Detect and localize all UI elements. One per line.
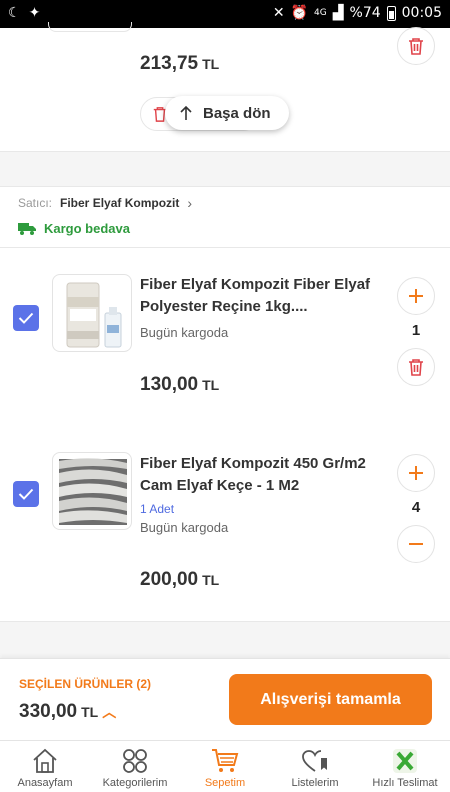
battery-percent: %74 xyxy=(349,5,381,21)
item-2-decrease-button[interactable] xyxy=(397,525,435,563)
trash-icon xyxy=(409,359,423,376)
previous-item-price: 213,75 TL xyxy=(140,53,219,75)
tab-fast-delivery-label: Hızlı Teslimat xyxy=(372,777,438,789)
tab-cart-label: Sepetim xyxy=(204,777,246,789)
previous-item-delete-button[interactable] xyxy=(397,27,435,65)
item-1-title[interactable]: Fiber Elyaf Kompozit Fiber Elyaf Polyest… xyxy=(140,274,380,318)
previous-item-thumbnail xyxy=(48,22,132,32)
heart-list-icon xyxy=(302,750,327,772)
clock: 00:05 xyxy=(401,5,442,21)
item-2-unit-info: 1 Adet xyxy=(140,502,175,516)
seller-row[interactable]: Satıcı: Fiber Elyaf Kompozit › xyxy=(18,195,192,211)
currency: TL xyxy=(202,56,220,72)
seller-prefix: Satıcı: xyxy=(18,196,53,210)
checkmark-icon xyxy=(18,488,34,500)
item-1-delivery: Bugün kargoda xyxy=(140,325,229,340)
chevron-up-icon[interactable]: ︿ xyxy=(102,702,116,722)
item-2-title[interactable]: Fiber Elyaf Kompozit 450 Gr/m2 Cam Elyaf… xyxy=(140,453,380,497)
checkmark-icon xyxy=(18,312,34,324)
signal-icon: ▟ xyxy=(332,5,344,21)
divider xyxy=(0,247,450,248)
chevron-right-icon: › xyxy=(187,195,193,211)
checkout-bar: SEÇİLEN ÜRÜNLER (2) 330,00 TL ︿ Alışveri… xyxy=(0,658,450,740)
network-label: 4G xyxy=(314,8,327,18)
item-2-price: 200,00 TL xyxy=(140,569,219,591)
section-gap xyxy=(0,622,450,658)
item-2-delivery: Bugün kargoda xyxy=(140,520,229,535)
selected-total[interactable]: 330,00 TL ︿ xyxy=(19,701,116,723)
tab-home-label: Anasayfam xyxy=(17,777,73,789)
selected-total-value: 330,00 xyxy=(19,701,78,722)
item-2-image[interactable] xyxy=(52,452,132,530)
resin-product-image xyxy=(66,282,122,348)
home-icon xyxy=(33,748,57,773)
free-shipping-label: Kargo bedava xyxy=(44,221,130,236)
item-2-price-value: 200,00 xyxy=(140,569,199,590)
tab-lists[interactable]: Listelerim xyxy=(270,741,360,792)
currency: TL xyxy=(81,704,99,720)
fast-delivery-icon xyxy=(393,749,417,773)
divider xyxy=(0,186,450,187)
tab-home[interactable]: Anasayfam xyxy=(0,741,90,792)
free-shipping-row: Kargo bedava xyxy=(18,221,130,236)
notification-icon: ✦ xyxy=(28,5,41,21)
status-right: ✕ ⏰ 4G ▟ %74 00:05 xyxy=(273,5,442,21)
item-1-increase-button[interactable] xyxy=(397,277,435,315)
plus-icon xyxy=(409,466,423,480)
item-1-quantity: 1 xyxy=(411,322,421,339)
complete-purchase-button[interactable]: Alışverişi tamamla xyxy=(229,674,432,725)
scroll-to-top-label: Başa dön xyxy=(203,104,271,122)
item-1-price-value: 130,00 xyxy=(140,374,199,395)
item-1-price: 130,00 TL xyxy=(140,374,219,396)
battery-icon xyxy=(386,5,396,21)
plus-icon xyxy=(409,289,423,303)
truck-icon xyxy=(18,223,36,235)
arrow-up-icon xyxy=(180,105,192,120)
tab-categories-label: Kategorilerim xyxy=(102,777,168,789)
minus-icon xyxy=(409,543,423,545)
fiberglass-mat-image xyxy=(59,458,127,525)
item-1-delete-button[interactable] xyxy=(397,348,435,386)
trash-icon xyxy=(409,38,423,55)
mute-icon: ✕ xyxy=(272,5,285,21)
scroll-to-top-button[interactable]: Başa dön xyxy=(165,96,289,130)
item-2-increase-button[interactable] xyxy=(397,454,435,492)
moon-icon: ☾ xyxy=(8,5,21,21)
categories-icon xyxy=(123,749,147,773)
item-2-checkbox[interactable] xyxy=(13,481,39,507)
alarm-icon: ⏰ xyxy=(290,5,309,21)
previous-item-price-value: 213,75 xyxy=(140,53,199,74)
seller-name[interactable]: Fiber Elyaf Kompozit xyxy=(60,196,179,210)
tab-fast-delivery[interactable]: Hızlı Teslimat xyxy=(360,741,450,792)
selected-items-label[interactable]: SEÇİLEN ÜRÜNLER (2) xyxy=(19,677,151,691)
currency: TL xyxy=(202,572,220,588)
cart-icon xyxy=(212,749,239,772)
item-1-checkbox[interactable] xyxy=(13,305,39,331)
tab-cart[interactable]: Sepetim xyxy=(180,741,270,792)
tab-categories[interactable]: Kategorilerim xyxy=(90,741,180,792)
bottom-tab-bar: Anasayfam Kategorilerim Sepetim Listeler… xyxy=(0,740,450,792)
currency: TL xyxy=(202,377,220,393)
section-gap xyxy=(0,152,450,186)
item-1-image[interactable] xyxy=(52,274,132,352)
status-left: ☾ ✦ xyxy=(8,5,40,21)
item-2-quantity: 4 xyxy=(411,499,421,516)
tab-lists-label: Listelerim xyxy=(291,777,339,789)
